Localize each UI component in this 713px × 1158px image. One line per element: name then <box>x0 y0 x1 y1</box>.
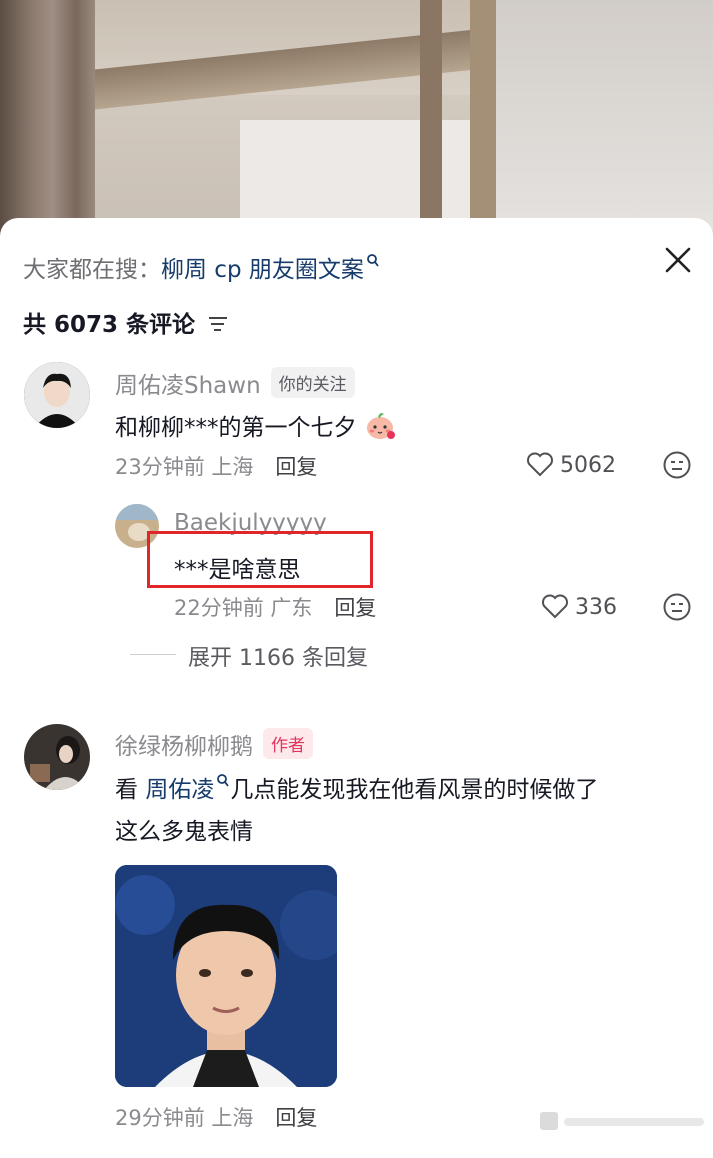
curtain <box>0 0 95 240</box>
avatar-image <box>24 724 90 790</box>
dislike-face-icon[interactable] <box>662 450 692 480</box>
comment-header: 周佑凌Shawn 你的关注 <box>115 366 355 400</box>
reply-button[interactable]: 回复 <box>275 1106 317 1130</box>
close-icon[interactable] <box>662 244 694 276</box>
expand-divider <box>130 654 176 655</box>
reply-button[interactable]: 回复 <box>275 455 317 479</box>
highlight-box <box>147 531 373 588</box>
like-button[interactable]: 5062 <box>526 451 616 478</box>
dislike-face-icon[interactable] <box>662 592 692 622</box>
avatar-image <box>24 362 90 428</box>
window-frame <box>470 0 496 240</box>
comment-sheet <box>0 218 713 1158</box>
mention-text: 周佑凌 <box>145 777 215 803</box>
comment-meta: 29分钟前 上海 回复 <box>115 1102 317 1132</box>
comment-image[interactable] <box>115 865 337 1087</box>
emoji-icon <box>366 413 395 439</box>
like-count: 336 <box>575 595 617 620</box>
avatar[interactable] <box>24 362 90 428</box>
expand-replies-button[interactable]: 展开 1166 条回复 <box>188 640 368 672</box>
comment-count: 共 6073 条评论 <box>23 305 229 339</box>
like-button[interactable]: 336 <box>541 593 617 620</box>
time-location: 29分钟前 上海 <box>115 1106 254 1130</box>
time-location: 23分钟前 上海 <box>115 455 254 479</box>
sort-filter-icon[interactable] <box>207 315 229 333</box>
comment-text: 看 周佑凌 几点能发现我在他看风景的时候做了 <box>115 770 598 804</box>
comment-photo <box>115 865 337 1087</box>
comment-text: 和柳柳***的第一个七夕 <box>115 408 396 442</box>
search-suggestion[interactable]: 大家都在搜：柳周 cp 朋友圈文案 <box>23 250 380 284</box>
username[interactable]: 徐绿杨柳柳鹅 <box>115 734 253 760</box>
comment-text-content: 和柳柳***的第一个七夕 <box>115 415 357 441</box>
reply-button[interactable]: 回复 <box>334 596 376 620</box>
window-frame <box>420 0 442 240</box>
heart-icon <box>542 594 568 619</box>
comment-text-prefix: 看 <box>115 777 138 803</box>
following-badge: 你的关注 <box>270 367 355 398</box>
window-glass <box>496 0 713 240</box>
comment-header: 徐绿杨柳柳鹅 作者 <box>115 727 313 761</box>
search-icon <box>366 254 379 267</box>
reply-meta: 22分钟前 广东 回复 <box>174 592 376 622</box>
search-prefix: 大家都在搜： <box>23 257 161 283</box>
mention-link[interactable]: 周佑凌 <box>145 774 230 803</box>
search-icon <box>217 774 230 787</box>
time-location: 22分钟前 广东 <box>174 596 313 620</box>
search-term-link[interactable]: 柳周 cp 朋友圈文案 <box>161 257 364 283</box>
comment-text-line1: 几点能发现我在他看风景的时候做了 <box>230 777 599 803</box>
author-badge: 作者 <box>263 728 313 759</box>
username[interactable]: 周佑凌Shawn <box>115 373 261 399</box>
watermark-icon <box>540 1112 704 1130</box>
like-count: 5062 <box>560 453 616 478</box>
heart-icon <box>527 452 553 477</box>
video-background <box>0 0 713 240</box>
comment-text-line2: 这么多鬼表情 <box>115 819 253 845</box>
avatar[interactable] <box>24 724 90 790</box>
comment-meta: 23分钟前 上海 回复 <box>115 451 317 481</box>
comment-count-text: 共 6073 条评论 <box>23 312 196 338</box>
